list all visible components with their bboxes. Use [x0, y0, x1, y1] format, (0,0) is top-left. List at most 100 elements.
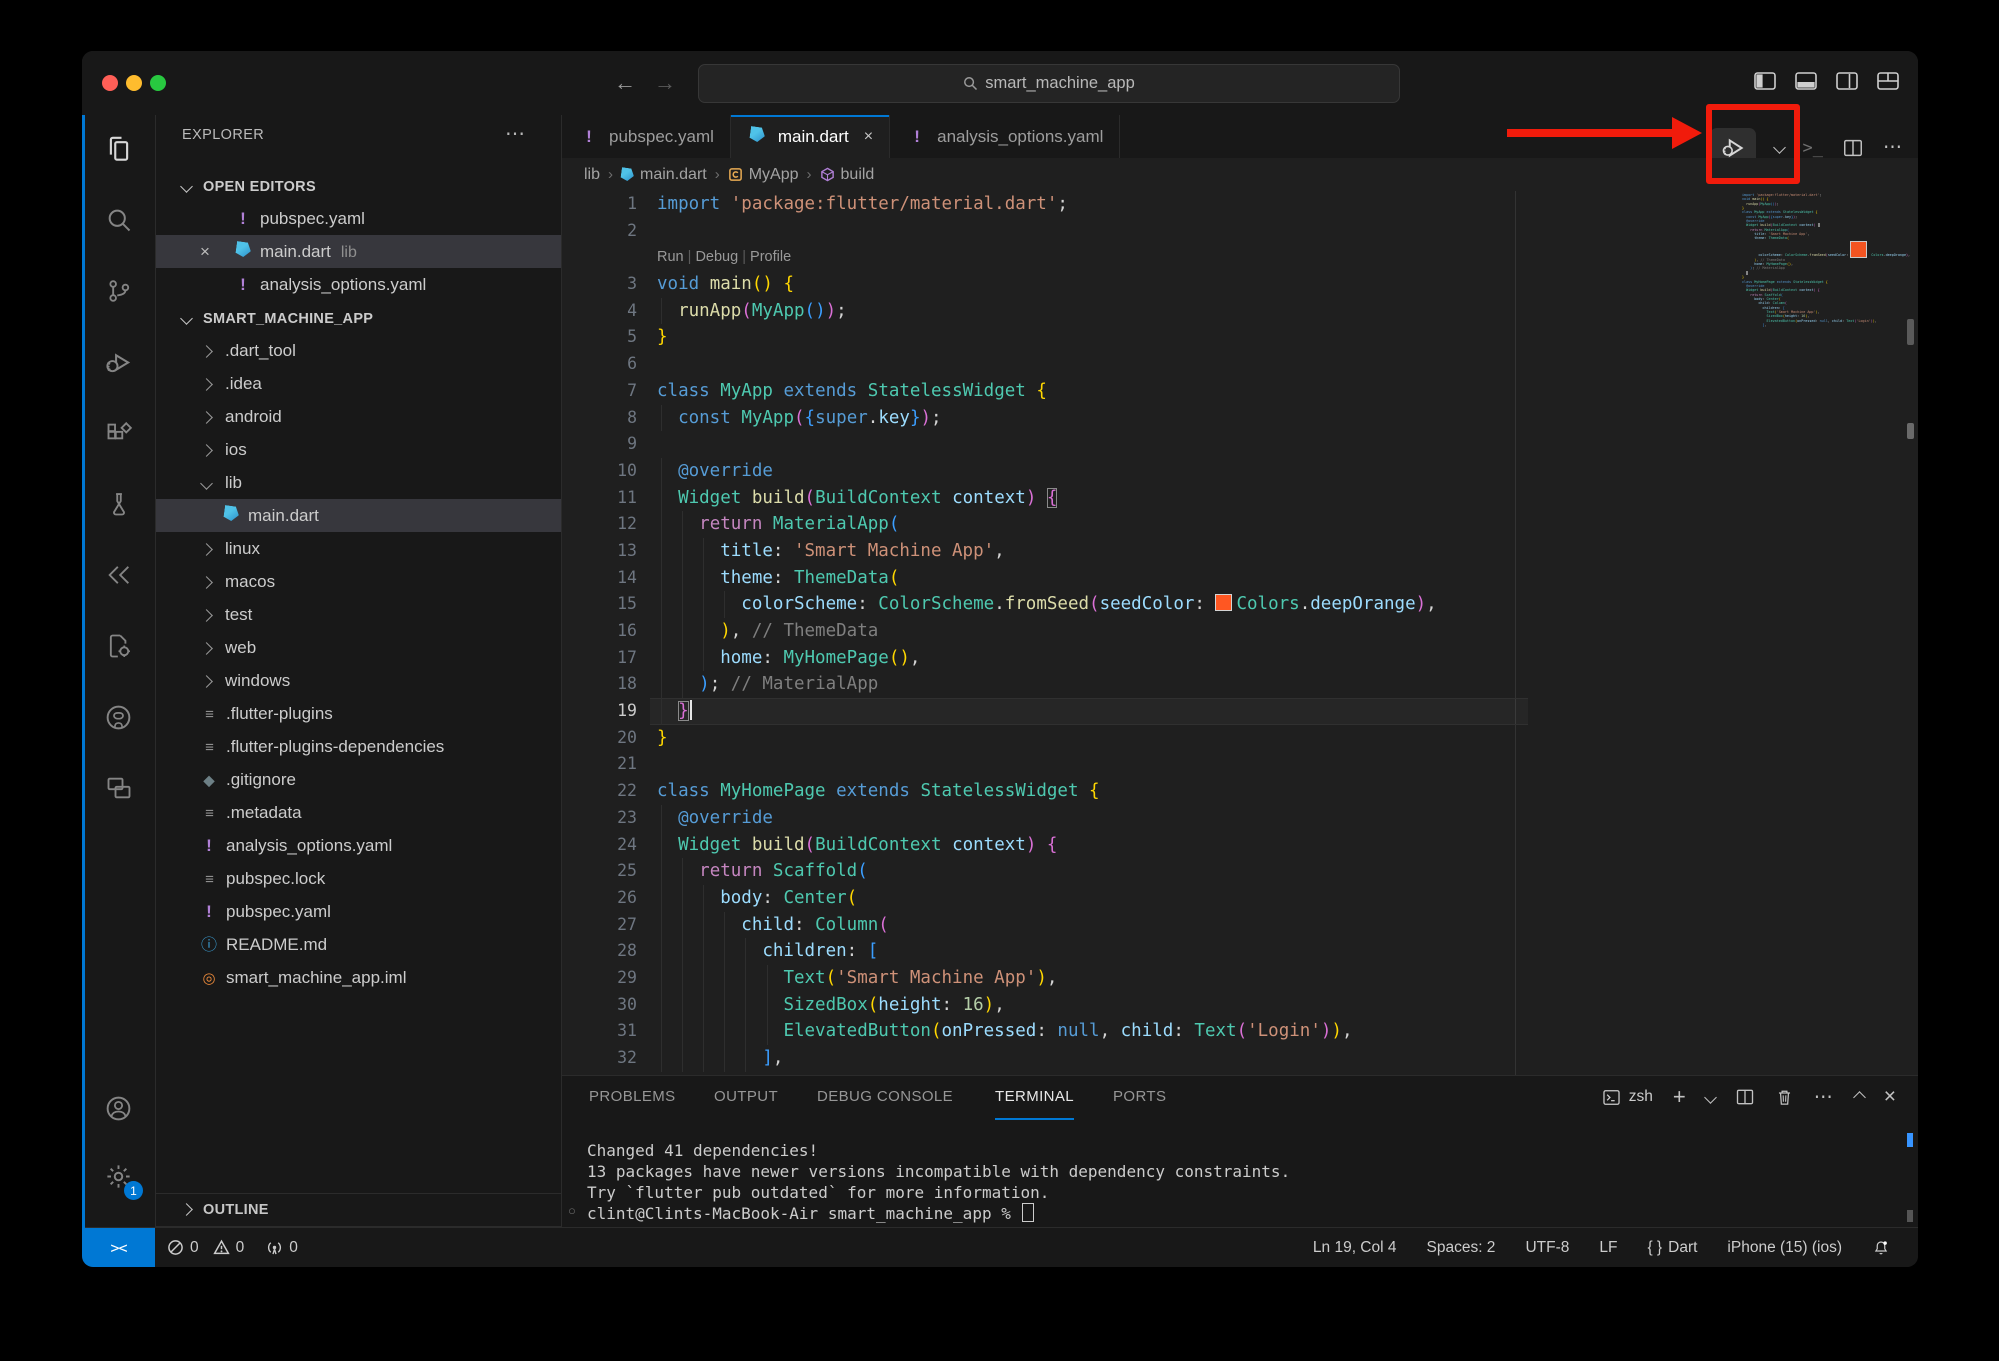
code-line[interactable]: 17 home: MyHomePage(),: [562, 645, 1918, 672]
status-indentation[interactable]: Spaces: 2: [1427, 1239, 1496, 1257]
code-line[interactable]: 16 ), // ThemeData: [562, 618, 1918, 645]
status-encoding[interactable]: UTF-8: [1525, 1239, 1569, 1257]
code-line[interactable]: 14 theme: ThemeData(: [562, 565, 1918, 592]
maximize-traffic-light[interactable]: [150, 75, 166, 91]
activity-settings-icon[interactable]: 1: [82, 1150, 155, 1202]
status-device-selector[interactable]: iPhone (15) (ios): [1727, 1239, 1842, 1257]
code-line[interactable]: 31 ElevatedButton(onPressed: null, child…: [562, 1018, 1918, 1045]
ports-status[interactable]: 0: [266, 1239, 298, 1257]
tree-item[interactable]: ≡.flutter-plugins: [156, 697, 561, 730]
tree-item[interactable]: ≡.flutter-plugins-dependencies: [156, 730, 561, 763]
code-line[interactable]: 2: [562, 218, 1918, 245]
open-editor-item[interactable]: !pubspec.yaml: [156, 202, 561, 235]
activity-testing-icon[interactable]: [82, 478, 155, 530]
status-cursor-position[interactable]: Ln 19, Col 4: [1313, 1239, 1397, 1257]
code-line[interactable]: 20}: [562, 725, 1918, 752]
codelens-profile[interactable]: Profile: [750, 249, 791, 265]
codelens-debug[interactable]: Debug: [695, 249, 738, 265]
open-editor-item[interactable]: !analysis_options.yaml: [156, 268, 561, 301]
split-terminal-icon[interactable]: [1735, 1087, 1755, 1107]
kill-terminal-icon[interactable]: [1775, 1087, 1794, 1107]
code-line[interactable]: 23 @override: [562, 805, 1918, 832]
tree-item[interactable]: !pubspec.yaml: [156, 895, 561, 928]
code-line[interactable]: 12 return MaterialApp(: [562, 511, 1918, 538]
tree-item[interactable]: ◆.gitignore: [156, 763, 561, 796]
status-notifications[interactable]: [1872, 1239, 1896, 1257]
open-editor-item[interactable]: ×main.dartlib: [156, 235, 561, 268]
codelens-row[interactable]: Run | Debug | Profile: [562, 244, 1918, 271]
toggle-sidebar-icon[interactable]: [1753, 69, 1777, 93]
code-line[interactable]: 24 Widget build(BuildContext context) {: [562, 832, 1918, 859]
code-line[interactable]: 11 Widget build(BuildContext context) {: [562, 485, 1918, 512]
tree-item[interactable]: ios: [156, 433, 561, 466]
tree-item[interactable]: !analysis_options.yaml: [156, 829, 561, 862]
activity-run-debug-icon[interactable]: [82, 336, 155, 388]
remote-indicator[interactable]: ><: [82, 1228, 155, 1267]
tab-main.dart[interactable]: main.dart×: [731, 115, 890, 159]
breadcrumb-lib[interactable]: lib: [584, 166, 600, 184]
code-line[interactable]: 18 ); // MaterialApp: [562, 671, 1918, 698]
tree-item[interactable]: ≡pubspec.lock: [156, 862, 561, 895]
navigate-back-icon[interactable]: ←: [610, 69, 640, 97]
activity-github-icon[interactable]: [82, 691, 155, 743]
tree-item[interactable]: test: [156, 598, 561, 631]
activity-explorer-icon[interactable]: [82, 123, 155, 175]
breadcrumb-MyApp[interactable]: MyApp: [728, 166, 799, 184]
code-editor[interactable]: import 'package:flutter/material.dart';v…: [562, 191, 1918, 1075]
command-center-search[interactable]: smart_machine_app: [698, 64, 1400, 103]
tree-item[interactable]: ≡.metadata: [156, 796, 561, 829]
tree-item[interactable]: ◎smart_machine_app.iml: [156, 961, 561, 994]
close-tab-icon[interactable]: ×: [864, 128, 873, 146]
toggle-panel-icon[interactable]: [1794, 69, 1818, 93]
breadcrumb-build[interactable]: build: [820, 166, 875, 184]
panel-tab-ports[interactable]: PORTS: [1113, 1076, 1166, 1118]
tree-item[interactable]: main.dart: [156, 499, 561, 532]
tree-item[interactable]: windows: [156, 664, 561, 697]
toggle-secondary-sidebar-icon[interactable]: [1835, 69, 1859, 93]
code-line[interactable]: 30 SizedBox(height: 16),: [562, 992, 1918, 1019]
new-terminal-icon[interactable]: +: [1673, 1084, 1686, 1110]
code-line[interactable]: 29 Text('Smart Machine App'),: [562, 965, 1918, 992]
open-editors-header[interactable]: OPEN EDITORS: [156, 169, 561, 202]
tree-item[interactable]: web: [156, 631, 561, 664]
maximize-panel-icon[interactable]: [1853, 1091, 1866, 1104]
activity-search-icon[interactable]: [82, 194, 155, 246]
panel-tab-terminal[interactable]: TERMINAL: [995, 1076, 1074, 1120]
panel-more-actions-icon[interactable]: ⋯: [1814, 1086, 1835, 1109]
terminal-dropdown-chevron-icon[interactable]: [1704, 1091, 1717, 1104]
bell-icon[interactable]: [1872, 1239, 1890, 1257]
terminal-output[interactable]: Changed 41 dependencies!13 packages have…: [587, 1140, 1290, 1224]
activity-source-control-icon[interactable]: [82, 265, 155, 317]
panel-tab-debug-console[interactable]: DEBUG CONSOLE: [817, 1076, 953, 1118]
code-line[interactable]: 7class MyApp extends StatelessWidget {: [562, 378, 1918, 405]
close-traffic-light[interactable]: [102, 75, 118, 91]
activity-remote-explorer-icon[interactable]: [82, 762, 155, 814]
terminal-instance[interactable]: zsh: [1602, 1088, 1653, 1107]
navigate-forward-icon[interactable]: →: [650, 69, 680, 97]
tree-item[interactable]: .idea: [156, 367, 561, 400]
code-line[interactable]: 25 return Scaffold(: [562, 858, 1918, 885]
code-line[interactable]: 32 ],: [562, 1045, 1918, 1072]
sidebar-more-actions-icon[interactable]: ⋯: [505, 121, 527, 146]
tab-analysis_options.yaml[interactable]: !analysis_options.yaml: [890, 115, 1120, 158]
code-line[interactable]: 13 title: 'Smart Machine App',: [562, 538, 1918, 565]
panel-tab-output[interactable]: OUTPUT: [714, 1076, 778, 1118]
activity-project-settings-icon[interactable]: [82, 620, 155, 672]
activity-references-icon[interactable]: [82, 549, 155, 601]
code-line[interactable]: 19 }: [562, 698, 1918, 725]
code-line[interactable]: 1import 'package:flutter/material.dart';: [562, 191, 1918, 218]
tree-item[interactable]: .dart_tool: [156, 334, 561, 367]
code-line[interactable]: 3void main() {: [562, 271, 1918, 298]
status-eol[interactable]: LF: [1599, 1239, 1617, 1257]
tree-item[interactable]: ⓘREADME.md: [156, 928, 561, 961]
project-root-header[interactable]: SMART_MACHINE_APP: [156, 301, 561, 334]
code-line[interactable]: 15 colorScheme: ColorScheme.fromSeed(see…: [562, 591, 1918, 618]
codelens-run[interactable]: Run: [657, 249, 684, 265]
code-line[interactable]: 26 body: Center(: [562, 885, 1918, 912]
status-language-mode[interactable]: { } Dart: [1647, 1239, 1697, 1257]
activity-accounts-icon[interactable]: [82, 1082, 155, 1134]
code-line[interactable]: 4 runApp(MyApp());: [562, 298, 1918, 325]
code-line[interactable]: 28 children: [: [562, 938, 1918, 965]
code-line[interactable]: 6: [562, 351, 1918, 378]
open-in-terminal-icon[interactable]: >_: [1803, 138, 1823, 158]
